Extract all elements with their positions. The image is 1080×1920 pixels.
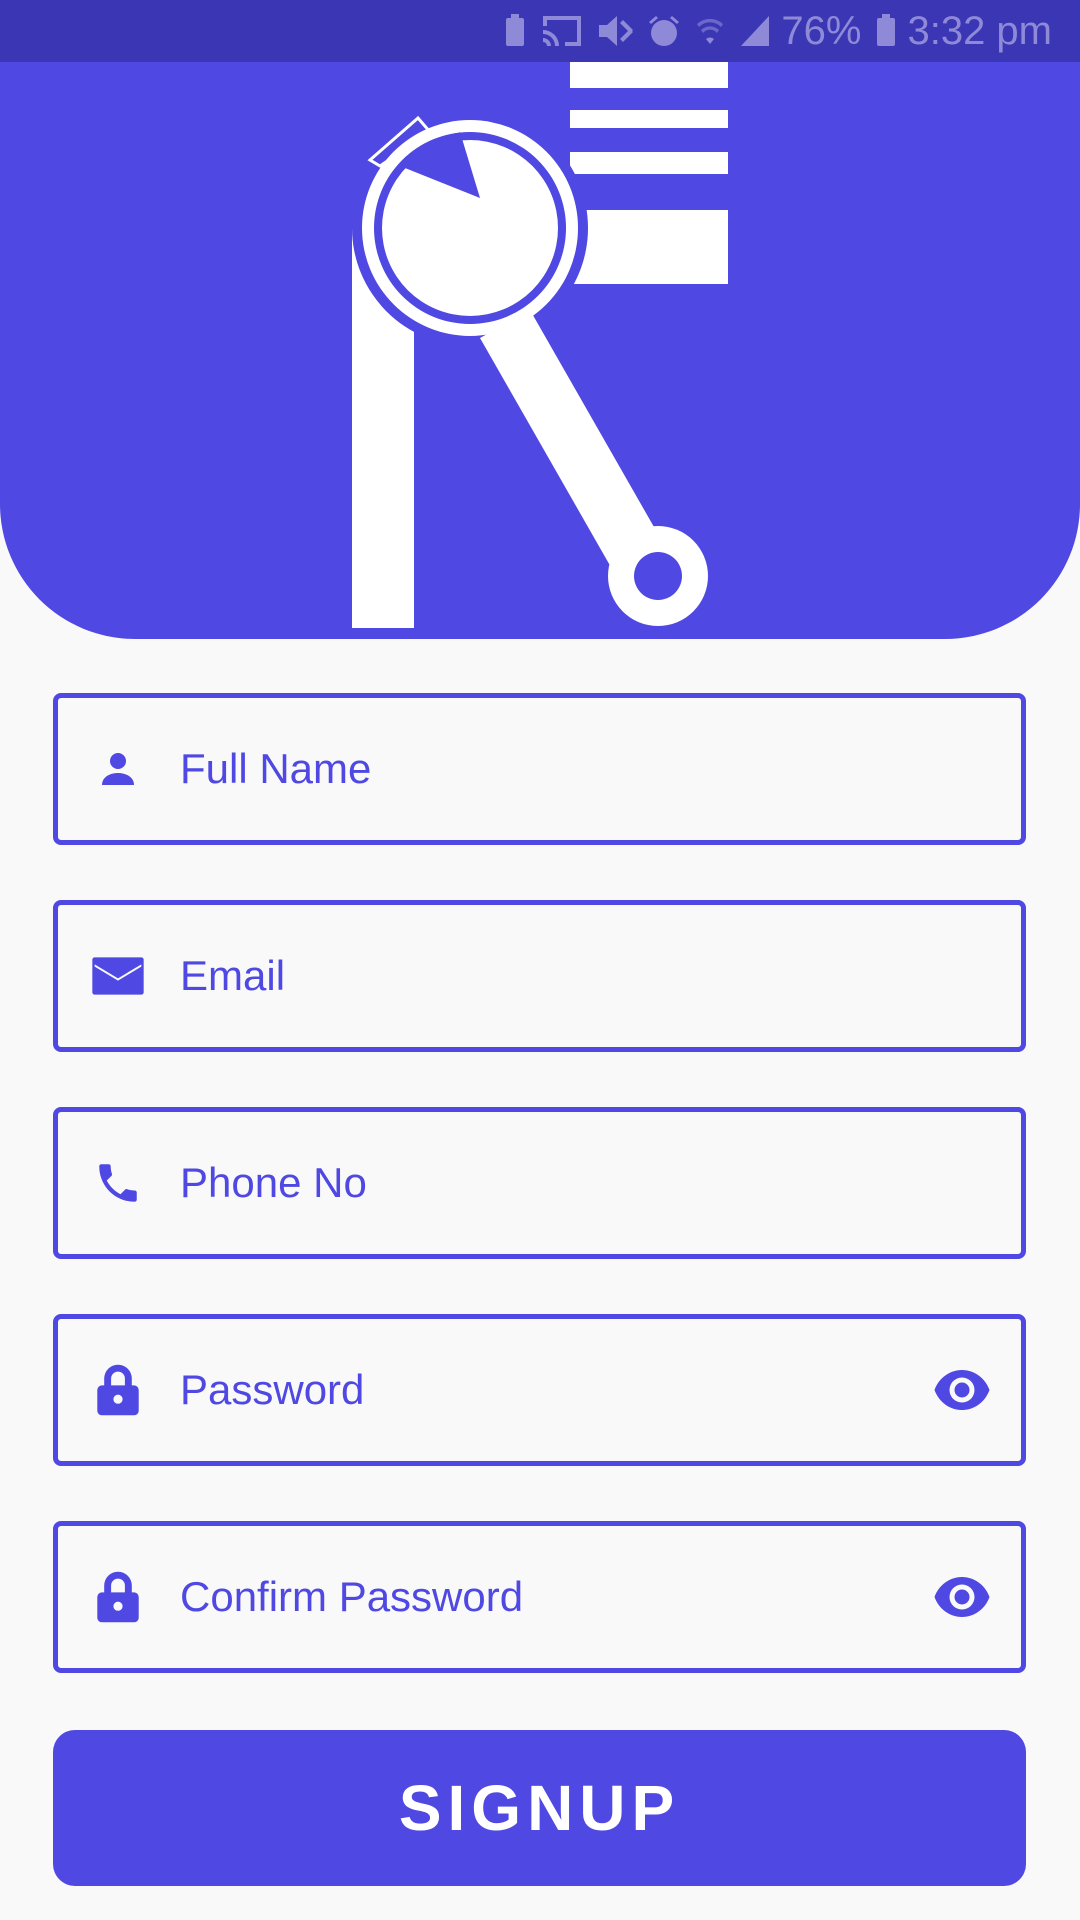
header-banner [0, 62, 1080, 639]
full-name-input[interactable] [180, 698, 940, 840]
signup-button[interactable]: SIGNUP [53, 1730, 1026, 1886]
cast-icon [541, 14, 583, 48]
battery-percent: 76% [781, 8, 862, 53]
phone-field[interactable] [53, 1107, 1026, 1259]
status-time: 3:32 pm [907, 8, 1052, 53]
email-icon [88, 946, 148, 1006]
re-wrench-logo [352, 62, 730, 628]
battery-charging-icon [875, 14, 897, 48]
confirm-password-visibility-toggle-eye-icon[interactable] [931, 1566, 993, 1628]
status-bar: 76% 3:32 pm [0, 0, 1080, 62]
phone-input[interactable] [180, 1112, 940, 1254]
person-icon [88, 739, 148, 799]
lock-icon [88, 1360, 148, 1420]
confirm-password-field[interactable] [53, 1521, 1026, 1673]
alarm-icon [647, 14, 681, 48]
confirm-password-input[interactable] [180, 1526, 940, 1668]
signal-icon [739, 14, 771, 48]
lock-icon [88, 1567, 148, 1627]
mute-icon [597, 14, 634, 48]
password-visibility-toggle-eye-icon[interactable] [931, 1359, 993, 1421]
battery-saver-icon [503, 14, 527, 48]
password-field[interactable] [53, 1314, 1026, 1466]
wifi-icon [695, 14, 725, 48]
full-name-field[interactable] [53, 693, 1026, 845]
email-input[interactable] [180, 905, 940, 1047]
email-field[interactable] [53, 900, 1026, 1052]
phone-icon [88, 1153, 148, 1213]
password-input[interactable] [180, 1319, 940, 1461]
